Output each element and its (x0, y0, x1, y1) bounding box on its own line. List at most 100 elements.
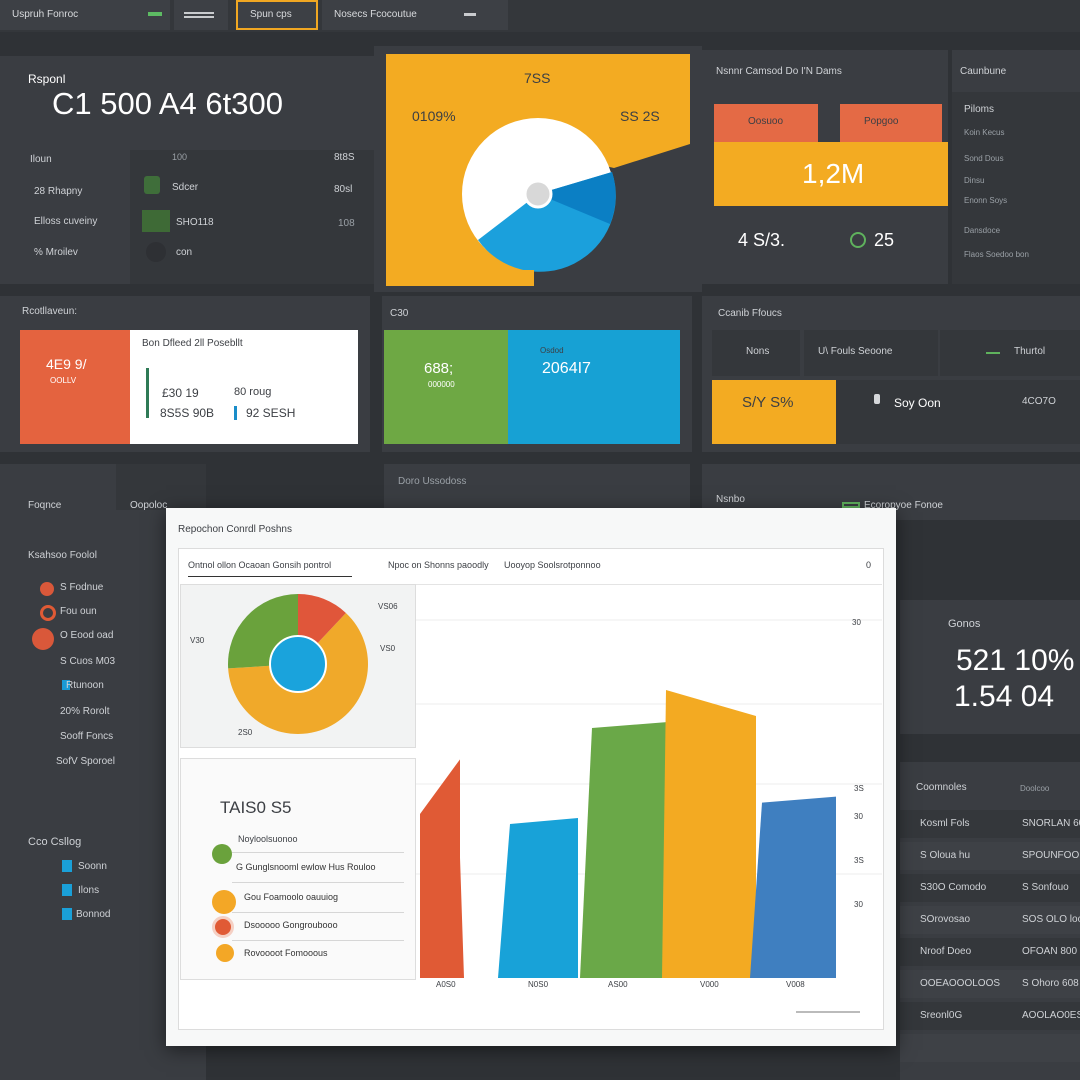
metrics-big-card: 1,2M (714, 142, 948, 206)
side-list-item[interactable]: Dansdoce (964, 226, 1000, 235)
top-tab-3[interactable]: Nosecs Fcocoutue (322, 0, 508, 30)
y-tick: 3S (854, 856, 864, 865)
top-tab-2[interactable] (174, 0, 228, 30)
side-list-item[interactable]: Dinsu (964, 176, 984, 185)
report-title: Repochon Conrdl Poshns (178, 524, 292, 535)
bar[interactable] (420, 759, 494, 978)
metrics-btn-1[interactable]: Oosuoo (714, 104, 818, 142)
x-tick: V008 (786, 980, 805, 989)
bar[interactable] (498, 818, 578, 978)
y-tick: 30 (852, 618, 861, 627)
data-row-value: S Ohoro 608 (1022, 978, 1079, 989)
list-divider (232, 882, 404, 883)
row-right: 80sl (334, 184, 353, 195)
data-list-h2: Doolcoo (1020, 784, 1050, 793)
side-list-item[interactable]: Koin Kecus (964, 128, 1004, 137)
gauge-value-2: 1.54 04 (954, 680, 1055, 713)
activity-white-card: Bon Dfleed 2ll Posebllt £30 19 8S5S 90B … (130, 330, 358, 444)
pie-orange-lower (386, 270, 534, 286)
stats-tab-1[interactable]: Nons (712, 330, 800, 376)
pie-center-knob (523, 179, 553, 209)
data-row-label: SOrovosao (920, 914, 971, 925)
x-tick: A0S0 (436, 980, 456, 989)
activity-title: Rcotllaveun: (22, 306, 78, 317)
kpi-blue-card: Osdod 2064I7 (508, 330, 680, 444)
list-item[interactable]: G Gunglsnooml ewlow Hus Rouloo (236, 862, 376, 872)
bar[interactable] (750, 796, 836, 978)
y-tick: 3S (854, 784, 864, 793)
nav-item[interactable]: Bonnod (76, 909, 110, 920)
side-list-item[interactable]: Sond Dous (964, 154, 1004, 163)
report-tab-3[interactable]: Uooyop Soolsrotponnoo (504, 560, 601, 570)
stats-sub-value: 4CO7O (1022, 396, 1056, 407)
pie-top-label: 7SS (524, 70, 551, 86)
nav-item[interactable]: S Fodnue (60, 582, 103, 593)
nav-item[interactable]: S Cuos M03 (60, 656, 115, 667)
pie-card (386, 54, 690, 286)
nav-icon-6 (62, 884, 72, 896)
nav-section-2: Cco Csllog (28, 836, 82, 848)
data-list-panel: Coomnoles Doolcoo Kosml Fols SNORLAN 60s S… (900, 762, 1080, 1080)
pie-tick: VS06 (378, 602, 398, 611)
pie-tick: VS0 (380, 644, 396, 653)
list-icon-mixed (216, 944, 234, 962)
close-icon[interactable]: 0 (866, 560, 871, 570)
report-tab-2[interactable]: Npoc on Shonns paoodly (388, 560, 489, 570)
nav-item[interactable]: Sooff Foncs (60, 731, 113, 742)
nav-item[interactable]: Ilons (78, 885, 99, 896)
top-bar: Uspruh Fonroc Spun cps Nosecs Fcocoutue (0, 0, 1080, 32)
data-row[interactable] (900, 1034, 1080, 1062)
data-row[interactable]: SOrovosao SOS OLO loo (900, 906, 1080, 934)
kpi-title: C30 (390, 308, 409, 319)
data-row[interactable]: S Oloua hu SPOUNFOO (900, 842, 1080, 870)
kpi-green-card: 688; 000000 (384, 330, 510, 444)
stats-yellow-card: S/Y S% (712, 380, 836, 444)
gauge-label: Gonos (948, 618, 981, 630)
nav-item[interactable]: O Eood oad (60, 630, 113, 641)
toggle-icon (464, 13, 476, 16)
stats-tab-2[interactable]: U\ Fouls Seoone (804, 330, 938, 376)
data-row-value: OFOAN 800 (1022, 946, 1078, 957)
nav-item[interactable]: Fou oun (60, 606, 97, 617)
nav-item[interactable]: Rtunoon (66, 680, 104, 691)
row-right: 108 (338, 218, 355, 229)
top-tab-1[interactable]: Uspruh Fonroc (0, 0, 170, 30)
side-list-item[interactable]: Enonn Soys (964, 196, 1007, 205)
bar[interactable] (662, 690, 756, 978)
report-tab-1[interactable]: Ontnol ollon Ocaoan Gonsih pontrol (188, 560, 331, 570)
data-row[interactable]: Sreonl0G AOOLAO0ES (900, 1002, 1080, 1030)
marker-icon-2 (234, 406, 237, 420)
data-row-value: SPOUNFOO (1022, 850, 1080, 861)
chart-swatch (142, 210, 170, 232)
metrics-btn-2[interactable]: Popgoo (840, 104, 942, 142)
data-row-label: OOEAOOOLOOS (920, 978, 1001, 989)
y-tick: 30 (854, 812, 863, 821)
data-row-value: SNORLAN 60s (1022, 818, 1080, 829)
data-row[interactable]: OOEAOOOLOOS S Ohoro 608 (900, 970, 1080, 998)
stats-tab-3[interactable]: Thurtol (940, 330, 1080, 376)
row-label: Elloss cuveiny (34, 216, 98, 227)
top-tab-active[interactable]: Spun cps (236, 0, 318, 30)
nav-item[interactable]: Soonn (78, 861, 107, 872)
data-row-value: AOOLAO0ES (1022, 1010, 1080, 1021)
bar-chart (416, 619, 882, 1013)
metrics-stat-1: 4 S/3. (738, 230, 786, 250)
data-row[interactable]: Kosml Fols SNORLAN 60s (900, 810, 1080, 838)
list-item[interactable]: Gou Foamoolo oauuiog (244, 892, 338, 902)
side-list-title: Caunbune (960, 66, 1007, 77)
summary-panel: Rsponl C1 500 A4 6t300 Iloun 100 8t8S 28… (0, 56, 374, 284)
bar[interactable] (580, 722, 668, 978)
data-list-h1: Coomnoles (916, 782, 967, 793)
x-tick: N0S0 (528, 980, 549, 989)
person-icon (874, 394, 880, 404)
side-list-item[interactable]: Flaos Soedoo bon (964, 250, 1029, 259)
data-row-label: Sreonl0G (920, 1010, 963, 1021)
nav-item[interactable]: 20% Rorolt (60, 706, 109, 717)
side-list-item[interactable]: Piloms (964, 104, 994, 115)
dash-icon (986, 352, 1000, 354)
data-row[interactable]: Nroof Doeo OFOAN 800 (900, 938, 1080, 966)
nav-item[interactable]: SofV Sporoel (56, 756, 115, 767)
list-item[interactable]: Dsooooo Gongroubooo (244, 920, 338, 930)
list-item[interactable]: Rovoooot Fomooous (244, 948, 328, 958)
data-row[interactable]: S30O Comodo S Sonfouo (900, 874, 1080, 902)
